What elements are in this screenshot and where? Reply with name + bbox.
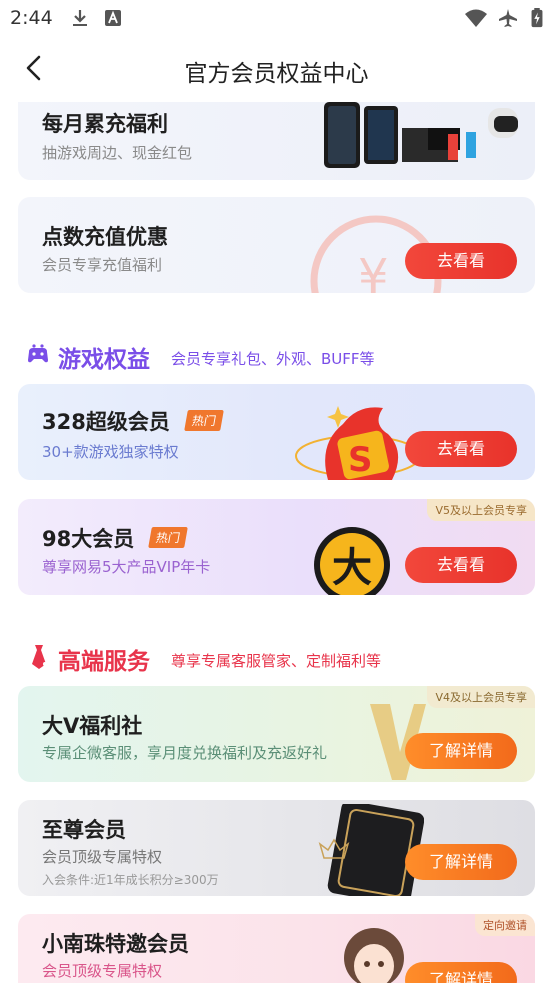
super-member-328-card[interactable]: 328超级会员 热门 30+款游戏独家特权 S 去看看 (18, 384, 535, 480)
svg-text:¥: ¥ (358, 249, 389, 293)
battery-icon (531, 8, 543, 28)
section-subtitle: 会员专享礼包、外观、BUFF等 (171, 350, 375, 368)
app-notification-icon (105, 10, 121, 26)
section-subtitle: 尊享专属客服管家、定制福利等 (171, 652, 382, 670)
page-title: 官方会员权益中心 (184, 61, 369, 87)
super-member-view-button[interactable]: 去看看 (405, 431, 517, 467)
entry-condition-note: 入会条件:近1年成长积分≥300万 (42, 873, 219, 887)
card-subtitle: 会员顶级专属特权 (42, 848, 163, 866)
big-member-98-card[interactable]: V5及以上会员专享 98大会员 热门 尊享网易5大产品VIP年卡 大 去看看 (18, 499, 535, 595)
wifi-icon (465, 9, 487, 27)
anime-girl-illustration (344, 928, 404, 983)
card-title: 大V福利社 (42, 714, 143, 738)
card-subtitle: 专属企微客服，享月度兑换福利及充返好礼 (42, 744, 328, 762)
premium-services-section-header: 高端服务 尊享专属客服管家、定制福利等 (26, 642, 526, 675)
card-subtitle: 抽游戏周边、现金红包 (42, 144, 193, 162)
gamepad-icon (28, 344, 48, 363)
vip-level-corner-tag: V4及以上会员专享 (427, 686, 535, 708)
status-bar: 2:44 (0, 0, 553, 36)
monthly-recharge-card[interactable]: 每月累充福利 抽游戏周边、现金红包 (18, 102, 535, 180)
hot-tag: 热门 (184, 410, 224, 431)
super-member-badge-icon: S (295, 406, 418, 480)
download-icon (73, 10, 87, 26)
card-subtitle: 30+款游戏独家特权 (42, 443, 179, 461)
section-title: 游戏权益 (58, 347, 150, 373)
card-title: 小南珠特邀会员 (42, 932, 189, 956)
svg-text:大: 大 (332, 545, 372, 591)
big-v-details-button[interactable]: 了解详情 (405, 733, 517, 769)
game-benefits-section-header: 游戏权益 会员专享礼包、外观、BUFF等 (26, 340, 526, 373)
svg-text:S: S (348, 440, 373, 480)
xiaonanzhu-details-button[interactable]: 了解详情 (405, 962, 517, 983)
header-bar: 官方会员权益中心 (0, 36, 553, 102)
tie-icon (32, 645, 47, 669)
points-recharge-card[interactable]: 点数充值优惠 会员专享充值福利 ¥ 去看看 (18, 197, 535, 293)
points-view-button[interactable]: 去看看 (405, 243, 517, 279)
big-v-welfare-club-card[interactable]: V4及以上会员专享 大V福利社 专属企微客服，享月度兑换福利及充返好礼 了解详情 (18, 686, 535, 782)
card-title: 点数充值优惠 (42, 225, 168, 249)
card-title: 328超级会员 (42, 410, 170, 434)
consoles-illustration (324, 102, 518, 168)
card-subtitle: 会员专享充值福利 (42, 256, 163, 274)
airplane-icon (499, 9, 517, 27)
big-member-view-button[interactable]: 去看看 (405, 547, 517, 583)
hot-tag: 热门 (148, 527, 188, 548)
supreme-black-card-icon (318, 804, 424, 896)
supreme-details-button[interactable]: 了解详情 (405, 844, 517, 880)
card-title: 至尊会员 (42, 818, 126, 842)
card-subtitle: 会员顶级专属特权 (42, 962, 163, 980)
status-time: 2:44 (10, 7, 53, 29)
vip-level-corner-tag: V5及以上会员专享 (427, 499, 535, 521)
invite-only-corner-tag: 定向邀请 (475, 914, 535, 936)
supreme-member-card[interactable]: 至尊会员 会员顶级专属特权 入会条件:近1年成长积分≥300万 了解详情 (18, 800, 535, 896)
big-member-badge-icon: 大 (314, 527, 390, 595)
card-title: 每月累充福利 (42, 112, 168, 136)
card-subtitle: 尊享网易5大产品VIP年卡 (42, 558, 211, 576)
xiaonanzhu-invited-member-card[interactable]: 定向邀请 小南珠特邀会员 会员顶级专属特权 了解详情 (18, 914, 535, 983)
section-title: 高端服务 (58, 649, 150, 675)
card-title: 98大会员 (42, 527, 135, 551)
